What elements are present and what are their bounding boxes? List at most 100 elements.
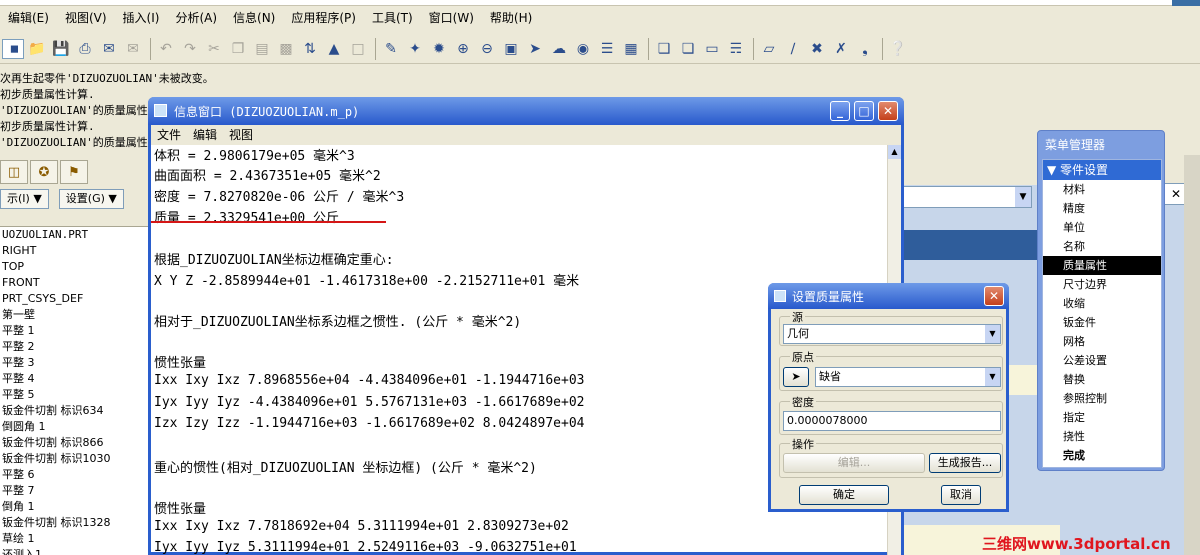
- tree-item[interactable]: FRONT: [0, 275, 150, 291]
- tree-item[interactable]: 钣金件切割 标识1030: [0, 451, 150, 467]
- scroll-up-icon[interactable]: ▲: [888, 145, 901, 159]
- save-icon[interactable]: 💾: [50, 38, 72, 60]
- menu-analysis[interactable]: 分析(A): [167, 9, 225, 27]
- tree-item[interactable]: PRT_CSYS_DEF: [0, 291, 150, 307]
- menu-manager-item[interactable]: 挠性: [1043, 427, 1161, 446]
- open-recent-icon[interactable]: 📁: [26, 38, 48, 60]
- regenerate-icon[interactable]: ⇅: [299, 38, 321, 60]
- menu-view[interactable]: 视图(V): [57, 9, 115, 27]
- tree-item[interactable]: TOP: [0, 259, 150, 275]
- menu-applications[interactable]: 应用程序(P): [283, 9, 364, 27]
- chevron-down-icon[interactable]: ▼: [1015, 187, 1031, 207]
- menu-file[interactable]: 文件: [151, 125, 187, 145]
- layers-icon[interactable]: ☰: [596, 38, 618, 60]
- context-help-icon[interactable]: ❔: [887, 38, 909, 60]
- redo-icon[interactable]: ↷: [179, 38, 201, 60]
- dialog-titlebar[interactable]: 设置质量属性 ✕: [768, 283, 1009, 309]
- menu-manager-item[interactable]: 替换: [1043, 370, 1161, 389]
- menu-manager-item[interactable]: 名称: [1043, 237, 1161, 256]
- hidden-line-icon[interactable]: ❏: [677, 38, 699, 60]
- copy-icon[interactable]: ❐: [227, 38, 249, 60]
- tree-item[interactable]: 草绘 1: [0, 531, 150, 547]
- menu-manager-item[interactable]: 材料: [1043, 180, 1161, 199]
- tree-item[interactable]: 钣金件切割 标识1328: [0, 515, 150, 531]
- menu-help[interactable]: 帮助(H): [482, 9, 540, 27]
- chevron-down-icon[interactable]: ▼: [985, 368, 1000, 386]
- cancel-button[interactable]: 取消: [941, 485, 981, 505]
- ok-button[interactable]: 确定: [799, 485, 889, 505]
- orient-icon[interactable]: ✹: [428, 38, 450, 60]
- generate-report-button[interactable]: 生成报告...: [929, 453, 1001, 473]
- tree-item[interactable]: 平整 3: [0, 355, 150, 371]
- tree-item[interactable]: 倒角 1: [0, 499, 150, 515]
- menu-info[interactable]: 信息(N): [225, 9, 283, 27]
- part-setup-section[interactable]: ▼ 零件设置: [1043, 160, 1161, 180]
- menu-manager-item[interactable]: 钣金件: [1043, 313, 1161, 332]
- menu-insert[interactable]: 插入(I): [115, 9, 168, 27]
- zoom-in-icon[interactable]: ⊕: [452, 38, 474, 60]
- tree-item[interactable]: 钣金件切割 标识866: [0, 435, 150, 451]
- menu-manager-item[interactable]: 质量属性: [1043, 256, 1161, 275]
- tree-item[interactable]: UOZUOLIAN.PRT: [0, 227, 150, 243]
- datum-axes-icon[interactable]: ∕: [782, 38, 804, 60]
- origin-select[interactable]: 缺省 ▼: [815, 367, 1001, 387]
- undo-icon[interactable]: ↶: [155, 38, 177, 60]
- edit-button[interactable]: 编辑...: [783, 453, 925, 473]
- paste-special-icon[interactable]: ▩: [275, 38, 297, 60]
- reorient-icon[interactable]: ➤: [524, 38, 546, 60]
- menu-manager-item[interactable]: 单位: [1043, 218, 1161, 237]
- tree-item[interactable]: 平整 6: [0, 467, 150, 483]
- settings-button[interactable]: 设置(G) ▼: [58, 189, 124, 209]
- menu-manager-item[interactable]: 完成: [1043, 446, 1161, 465]
- spin-icon[interactable]: ❟: [854, 38, 876, 60]
- folder-tab-icon[interactable]: ✪: [30, 160, 58, 184]
- refit-icon[interactable]: ▣: [500, 38, 522, 60]
- source-select[interactable]: 几何 ▼: [783, 324, 1001, 344]
- density-field[interactable]: 0.0000078000: [783, 411, 1001, 431]
- filter-combo[interactable]: ▼: [900, 186, 1032, 208]
- csys-icon[interactable]: ✗: [830, 38, 852, 60]
- minimize-button[interactable]: _: [830, 101, 850, 121]
- menu-manager-item[interactable]: 精度: [1043, 199, 1161, 218]
- print-icon[interactable]: ⎙: [74, 38, 96, 60]
- menu-manager-item[interactable]: 网格: [1043, 332, 1161, 351]
- datum-points-icon[interactable]: ✖: [806, 38, 828, 60]
- view-manager-icon[interactable]: ◉: [572, 38, 594, 60]
- spin-center-icon[interactable]: ✦: [404, 38, 426, 60]
- tree-item[interactable]: 倒圆角 1: [0, 419, 150, 435]
- menu-manager-item[interactable]: 收缩: [1043, 294, 1161, 313]
- info-window-titlebar[interactable]: 信息窗口 (DIZUOZUOLIAN.m_p) _ □ ✕: [148, 97, 904, 125]
- tree-item[interactable]: 还测入1: [0, 547, 150, 555]
- no-hidden-icon[interactable]: ▭: [701, 38, 723, 60]
- find-icon[interactable]: ▲: [323, 38, 345, 60]
- tree-item[interactable]: RIGHT: [0, 243, 150, 259]
- tree-item[interactable]: 平整 2: [0, 339, 150, 355]
- select-box-icon[interactable]: □: [347, 38, 369, 60]
- menu-view[interactable]: 视图: [223, 125, 259, 145]
- saved-views-icon[interactable]: ☁: [548, 38, 570, 60]
- menu-manager-item[interactable]: 公差设置: [1043, 351, 1161, 370]
- right-scrollbar[interactable]: [1184, 155, 1200, 555]
- cut-icon[interactable]: ✂: [203, 38, 225, 60]
- shading-icon[interactable]: ◼: [2, 38, 24, 59]
- paste-icon[interactable]: ▤: [251, 38, 273, 60]
- menu-manager-item[interactable]: 参照控制: [1043, 389, 1161, 408]
- tree-item[interactable]: 平整 5: [0, 387, 150, 403]
- tree-item[interactable]: 平整 4: [0, 371, 150, 387]
- model-tree-tab-icon[interactable]: ◫: [0, 160, 28, 184]
- close-button[interactable]: ✕: [984, 286, 1004, 306]
- wireframe-icon[interactable]: ❑: [653, 38, 675, 60]
- show-button[interactable]: 示(I) ▼: [0, 189, 49, 209]
- email-icon[interactable]: ✉: [98, 38, 120, 60]
- tree-item[interactable]: 钣金件切割 标识634: [0, 403, 150, 419]
- tree-item[interactable]: 平整 1: [0, 323, 150, 339]
- datum-planes-icon[interactable]: ▱: [758, 38, 780, 60]
- chevron-down-icon[interactable]: ▼: [985, 325, 1000, 343]
- close-button[interactable]: ✕: [878, 101, 898, 121]
- appearance-icon[interactable]: ▦: [620, 38, 642, 60]
- tree-item[interactable]: 第一壁: [0, 307, 150, 323]
- zoom-out-icon[interactable]: ⊖: [476, 38, 498, 60]
- select-origin-button[interactable]: ➤: [783, 367, 809, 387]
- menu-window[interactable]: 窗口(W): [421, 9, 482, 27]
- repaint-icon[interactable]: ✎: [380, 38, 402, 60]
